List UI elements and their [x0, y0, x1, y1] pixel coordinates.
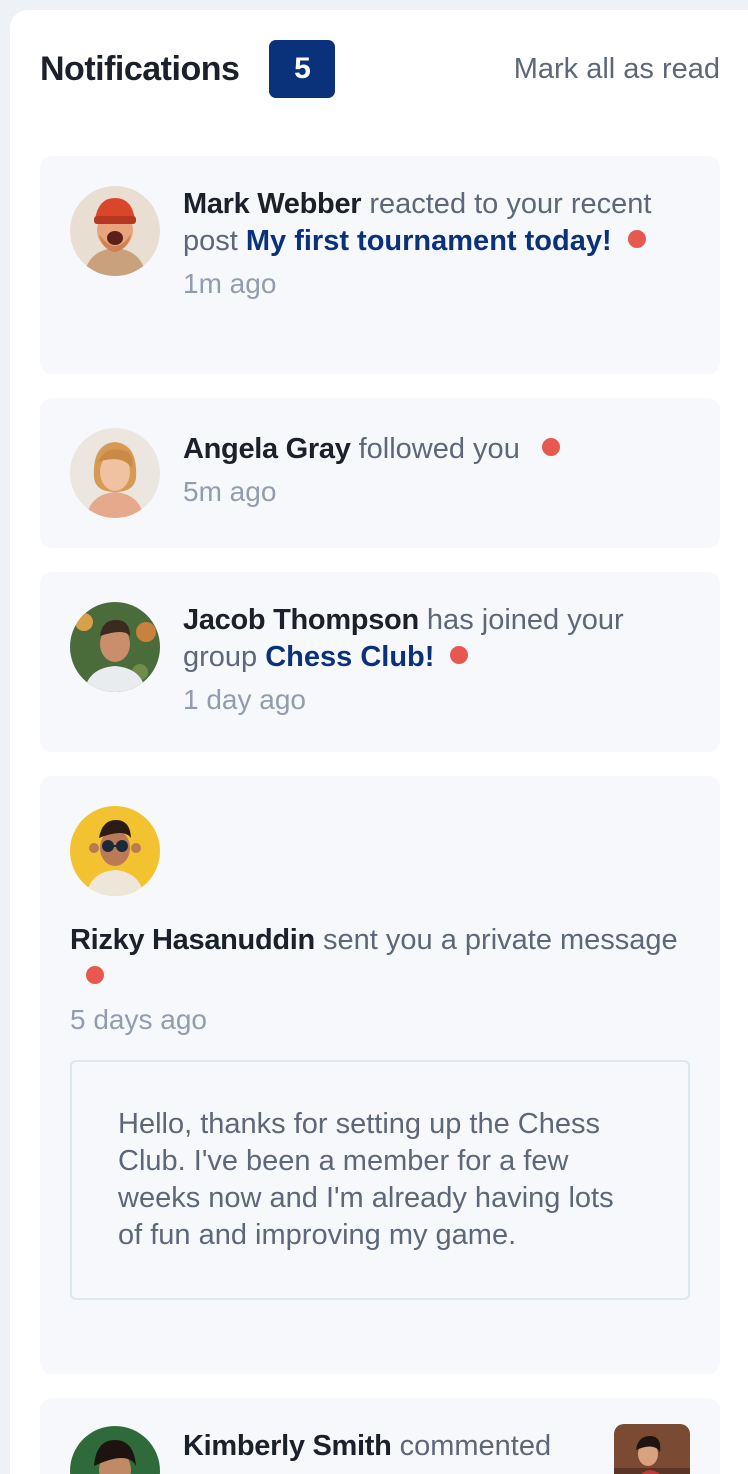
notification-text: Kimberly Smith commented	[183, 1428, 598, 1465]
notification-text: Angela Gray followed you	[183, 431, 690, 468]
commented-picture-thumbnail[interactable]	[614, 1424, 690, 1474]
avatar-rizky-hasanuddin-image	[70, 806, 160, 896]
user-name[interactable]: Angela Gray	[183, 433, 351, 465]
mark-all-as-read-button[interactable]: Mark all as read	[514, 53, 720, 86]
avatar-angela-gray-image	[70, 428, 160, 518]
avatar-kimberly-smith-image	[70, 1426, 160, 1474]
notification-item[interactable]: Angela Gray followed you 5m ago	[40, 398, 720, 548]
notification-action: followed you	[350, 433, 520, 465]
timestamp: 5 days ago	[70, 1004, 207, 1035]
timestamp: 1 day ago	[183, 684, 306, 715]
header: Notifications 5 Mark all as read	[40, 38, 720, 100]
notification-content: Kimberly Smith commented	[183, 1426, 598, 1465]
notification-text: Jacob Thompson has joined your group Che…	[183, 602, 690, 676]
unread-dot	[86, 966, 104, 984]
notification-action: commented	[391, 1430, 552, 1462]
avatar-jacob-thompson-image	[70, 602, 160, 692]
user-name[interactable]: Kimberly Smith	[183, 1430, 392, 1462]
avatar-kimberly-smith[interactable]	[70, 1426, 160, 1474]
notification-item[interactable]: Mark Webber reacted to your recent post …	[40, 156, 720, 374]
avatar-angela-gray[interactable]	[70, 428, 160, 518]
notification-list: Mark Webber reacted to your recent post …	[40, 156, 720, 1474]
group-link[interactable]: Chess Club!	[265, 641, 434, 673]
notification-content: Mark Webber reacted to your recent post …	[183, 186, 690, 300]
user-name[interactable]: Jacob Thompson	[183, 604, 419, 636]
unread-dot	[541, 438, 560, 456]
user-name[interactable]: Mark Webber	[183, 188, 362, 220]
avatar-rizky-hasanuddin[interactable]	[70, 806, 160, 896]
unread-dot	[627, 230, 646, 248]
notification-item[interactable]: Rizky Hasanuddin sent you a private mess…	[40, 776, 720, 1374]
avatar-mark-webber[interactable]	[70, 186, 160, 276]
notification-content: Jacob Thompson has joined your group Che…	[183, 602, 690, 716]
avatar-mark-webber-image	[70, 186, 160, 276]
notification-content: Rizky Hasanuddin sent you a private mess…	[70, 922, 690, 1300]
post-link[interactable]: My first tournament today!	[246, 225, 612, 257]
notifications-panel: Notifications 5 Mark all as read Mark We…	[10, 10, 748, 1474]
unread-dot	[450, 646, 469, 664]
timestamp: 5m ago	[183, 476, 277, 507]
avatar-jacob-thompson[interactable]	[70, 602, 160, 692]
page-title: Notifications	[40, 49, 240, 88]
user-name[interactable]: Rizky Hasanuddin	[70, 924, 315, 956]
notification-text: Rizky Hasanuddin sent you a private mess…	[70, 922, 690, 996]
unread-count-badge: 5	[269, 40, 336, 98]
notification-text: Mark Webber reacted to your recent post …	[183, 186, 690, 260]
notification-content: Angela Gray followed you 5m ago	[183, 428, 690, 508]
notification-item[interactable]: Jacob Thompson has joined your group Che…	[40, 572, 720, 752]
chess-picture-image	[614, 1424, 690, 1474]
timestamp: 1m ago	[183, 268, 277, 299]
notification-item[interactable]: Kimberly Smith commented	[40, 1398, 720, 1474]
notification-action: sent you a private message	[314, 924, 678, 956]
private-message-preview[interactable]: Hello, thanks for setting up the Chess C…	[70, 1060, 690, 1300]
